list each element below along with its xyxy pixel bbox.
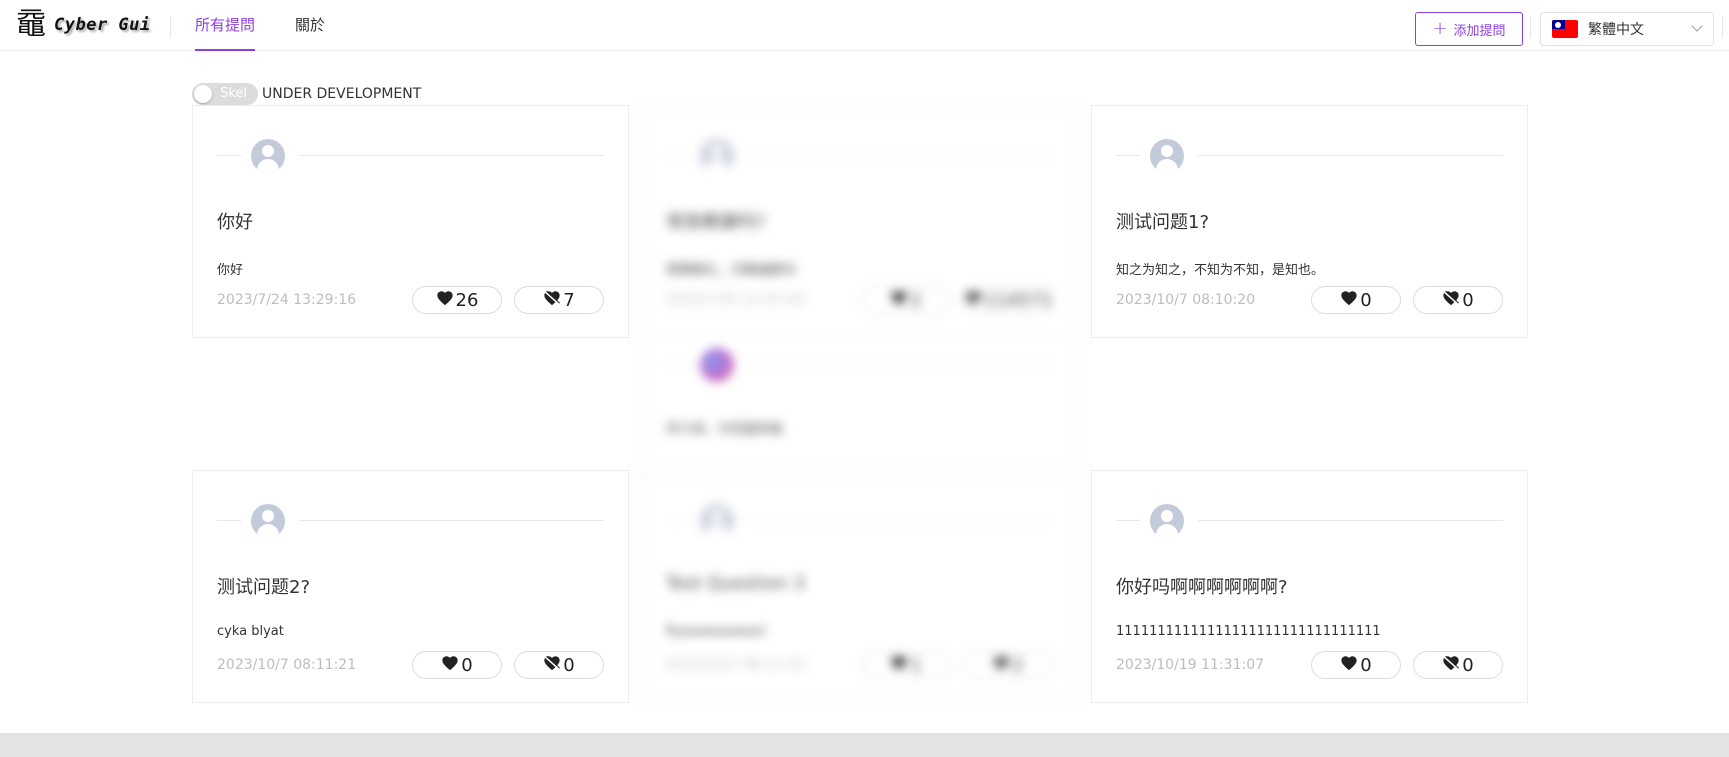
question-date: 2023/10/19 11:31:07	[1116, 657, 1265, 673]
like-button[interactable]: 2	[861, 286, 951, 314]
heart-icon	[441, 655, 461, 676]
nav-divider	[170, 16, 171, 38]
heart-icon	[890, 290, 910, 311]
broken-heart-icon	[1442, 655, 1462, 676]
dislike-button[interactable]: 2	[963, 651, 1053, 679]
top-navbar: 黿 Cyber Gui 所有提問 關於 + 添加提問 繁體中文	[0, 0, 1729, 51]
app-logo[interactable]: 黿 Cyber Gui	[16, 9, 151, 41]
heart-icon	[436, 290, 456, 311]
question-title[interactable]: 测试问题2?	[217, 573, 310, 599]
app-name: Cyber Gui	[54, 15, 151, 35]
like-button[interactable]: 0	[1311, 651, 1401, 679]
footer	[0, 733, 1729, 757]
broken-heart-icon	[964, 290, 984, 311]
question-card[interactable]: 你好吗啊啊啊啊啊啊? 11111111111111111111111111111…	[1091, 470, 1528, 703]
toggle-label: Skel	[220, 86, 247, 101]
like-count: 0	[461, 654, 473, 676]
dislike-button[interactable]: 0	[1413, 651, 1503, 679]
header-divider-right	[1722, 16, 1723, 38]
like-count: 2	[910, 289, 922, 311]
skeleton-toggle[interactable]: Skel	[192, 83, 258, 105]
dislike-count: 0	[1462, 654, 1474, 676]
question-card[interactable]: Test Question 3 Ryaaaaaaaaaa! 2023/10/7 …	[641, 470, 1078, 703]
card-divider	[666, 504, 1053, 538]
dislike-count: 2	[1012, 654, 1024, 676]
card-divider	[1116, 504, 1503, 538]
question-date: 2023/7/25 15:03:44	[666, 292, 806, 308]
dislike-button[interactable]: 114571	[963, 286, 1053, 314]
dislike-button[interactable]: 0	[514, 651, 604, 679]
avatar[interactable]	[1150, 504, 1184, 538]
like-count: 0	[1360, 289, 1372, 311]
like-count: 1	[910, 654, 922, 676]
avatar[interactable]	[700, 348, 734, 382]
dislike-count: 7	[563, 289, 575, 311]
dislike-button[interactable]: 0	[1413, 286, 1503, 314]
question-title[interactable]: 你好吗啊啊啊啊啊啊?	[1116, 573, 1288, 599]
card-divider	[666, 139, 1053, 173]
question-date: 2023/10/7 08:11:53	[666, 657, 806, 673]
question-body: 知之为知之，不知为不知，是知也。	[1116, 263, 1325, 278]
avatar[interactable]	[700, 139, 734, 173]
chevron-down-icon	[1691, 20, 1703, 32]
question-card[interactable]: 测试问题2? cyka blyat 2023/10/7 08:11:21 0 0	[192, 470, 629, 703]
card-divider	[666, 348, 1053, 382]
like-button[interactable]: 0	[1311, 286, 1401, 314]
heart-icon	[1340, 655, 1360, 676]
question-body: 情賣搬孔，切鑄遍鑄句	[666, 263, 797, 278]
question-date: 2023/10/7 08:10:20	[1116, 292, 1256, 308]
question-title[interactable]: 测试问题1?	[1116, 208, 1209, 234]
under-development-label: UNDER DEVELOPMENT	[262, 86, 422, 102]
avatar[interactable]	[251, 504, 285, 538]
question-date: 2023/7/24 13:29:16	[217, 292, 357, 308]
broken-heart-icon	[543, 290, 563, 311]
question-card[interactable]: 常旅教鑄吗? 情賣搬孔，切鑄遍鑄句 2023/7/25 15:03:44 2 1…	[641, 105, 1078, 338]
avatar[interactable]	[251, 139, 285, 173]
avatar[interactable]	[1150, 139, 1184, 173]
dislike-count: 0	[563, 654, 575, 676]
question-body: cyka blyat	[217, 624, 284, 639]
question-body: 11111111111111111111111111111111	[1116, 624, 1381, 639]
add-question-button[interactable]: + 添加提問	[1415, 12, 1523, 46]
reply-card: 并介绍，示回鉴辞鉴	[641, 338, 1078, 478]
broken-heart-icon	[1442, 290, 1462, 311]
broken-heart-icon	[992, 655, 1012, 676]
reply-text: 并介绍，示回鉴辞鉴	[666, 422, 784, 437]
question-title[interactable]: 常旅教鑄吗?	[666, 208, 766, 234]
heart-icon	[890, 655, 910, 676]
question-date: 2023/10/7 08:11:21	[217, 657, 357, 673]
question-title[interactable]: Test Question 3	[666, 573, 805, 594]
card-divider	[217, 139, 604, 173]
plus-icon: +	[1432, 18, 1448, 39]
header-divider	[1530, 16, 1531, 38]
like-button[interactable]: 26	[412, 286, 502, 314]
add-question-label: 添加提問	[1453, 23, 1506, 39]
like-button[interactable]: 1	[861, 651, 951, 679]
question-card[interactable]: 测试问题1? 知之为知之，不知为不知，是知也。 2023/10/7 08:10:…	[1091, 105, 1528, 338]
like-count: 0	[1360, 654, 1372, 676]
like-count: 26	[455, 289, 479, 311]
card-divider	[217, 504, 604, 538]
dislike-button[interactable]: 7	[514, 286, 604, 314]
question-title[interactable]: 你好	[217, 208, 253, 234]
dislike-count: 0	[1462, 289, 1474, 311]
dislike-count: 114571	[983, 289, 1053, 311]
tab-all-questions[interactable]: 所有提問	[195, 0, 256, 51]
language-select[interactable]: 繁體中文	[1540, 12, 1714, 46]
language-selected: 繁體中文	[1588, 22, 1644, 38]
toggle-knob	[194, 85, 212, 103]
card-divider	[1116, 139, 1503, 173]
question-body: Ryaaaaaaaaaa!	[666, 624, 767, 639]
question-card[interactable]: 你好 你好 2023/7/24 13:29:16 26 7	[192, 105, 629, 338]
taiwan-flag-icon	[1552, 20, 1578, 38]
heart-icon	[1340, 290, 1360, 311]
question-body: 你好	[217, 263, 244, 278]
logo-glyph: 黿	[16, 7, 46, 42]
broken-heart-icon	[543, 655, 563, 676]
like-button[interactable]: 0	[412, 651, 502, 679]
skeleton-toggle-row: Skel UNDER DEVELOPMENT	[192, 83, 421, 105]
avatar[interactable]	[700, 504, 734, 538]
tab-about[interactable]: 關於	[295, 0, 325, 51]
